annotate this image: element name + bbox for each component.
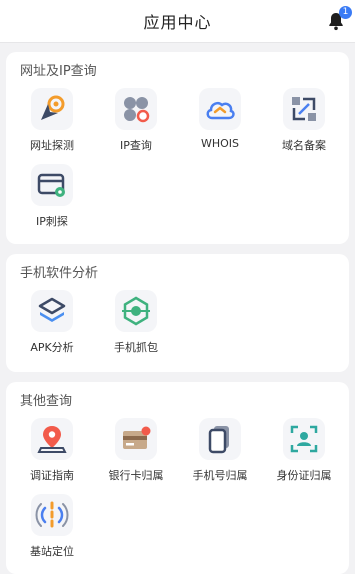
app-domain-filing[interactable]: 域名备案 xyxy=(262,88,346,153)
packet-capture-icon xyxy=(122,296,150,326)
id-scan-icon xyxy=(290,425,318,453)
app-label: IP刺探 xyxy=(36,215,68,228)
layers-icon xyxy=(38,297,66,322)
signal-tower-icon xyxy=(35,501,69,529)
app-tile xyxy=(31,418,73,460)
phone-icon xyxy=(208,426,229,454)
section-title: 其他查询 xyxy=(20,394,73,409)
app-tile xyxy=(115,88,157,130)
notification-badge: 1 xyxy=(339,6,352,19)
app-phone-number-lookup[interactable]: 手机号归属 xyxy=(178,418,262,483)
section-other-queries: 其他查询 调证指南 银行卡归属 手机号归属 身份证归属 基站定位 xyxy=(6,382,349,574)
app-label: 域名备案 xyxy=(282,139,326,152)
app-header: 应用中心 1 xyxy=(0,0,355,43)
app-label: 身份证归属 xyxy=(276,469,332,482)
app-tile xyxy=(199,88,241,130)
url-probe-icon xyxy=(41,95,65,120)
map-pin-icon xyxy=(37,426,67,453)
app-tile xyxy=(115,418,157,460)
app-apk-analysis[interactable]: APK分析 xyxy=(10,290,94,355)
ip-spy-icon xyxy=(37,173,65,197)
app-label: 基站定位 xyxy=(30,545,74,558)
app-label: 银行卡归属 xyxy=(108,469,164,482)
app-bank-card-lookup[interactable]: 银行卡归属 xyxy=(94,418,178,483)
app-evidence-guide[interactable]: 调证指南 xyxy=(10,418,94,483)
bank-card-icon xyxy=(123,426,151,449)
ip-query-icon xyxy=(124,97,150,123)
section-title: 手机软件分析 xyxy=(20,266,99,281)
app-tile xyxy=(31,88,73,130)
app-label: 调证指南 xyxy=(30,469,74,482)
section-mobile-app-analysis: 手机软件分析 APK分析 手机抓包 xyxy=(6,254,349,372)
app-mobile-capture[interactable]: 手机抓包 xyxy=(94,290,178,355)
app-id-card-lookup[interactable]: 身份证归属 xyxy=(262,418,346,483)
page-title: 应用中心 xyxy=(143,13,212,32)
section-title: 网址及IP查询 xyxy=(20,64,97,79)
app-label: 网址探测 xyxy=(30,139,74,152)
app-base-station-locate[interactable]: 基站定位 xyxy=(10,494,94,559)
app-tile xyxy=(283,88,325,130)
app-tile xyxy=(199,418,241,460)
app-label: IP查询 xyxy=(120,139,152,152)
domain-filing-icon xyxy=(292,97,316,121)
app-tile xyxy=(31,290,73,332)
app-label: 手机号归属 xyxy=(192,469,248,482)
app-ip-spy[interactable]: IP刺探 xyxy=(10,164,94,229)
section-url-ip-query: 网址及IP查询 网址探测 IP查询 WHOIS 域名备案 IP刺探 xyxy=(6,52,349,244)
app-tile xyxy=(31,494,73,536)
app-url-probe[interactable]: 网址探测 xyxy=(10,88,94,153)
app-tile xyxy=(31,164,73,206)
app-label: APK分析 xyxy=(30,341,74,354)
app-ip-query[interactable]: IP查询 xyxy=(94,88,178,153)
app-label: WHOIS xyxy=(200,137,240,150)
app-whois[interactable]: WHOIS xyxy=(178,88,262,150)
app-tile xyxy=(283,418,325,460)
cloud-sync-icon xyxy=(206,101,235,120)
app-tile xyxy=(115,290,157,332)
app-label: 手机抓包 xyxy=(114,341,158,354)
